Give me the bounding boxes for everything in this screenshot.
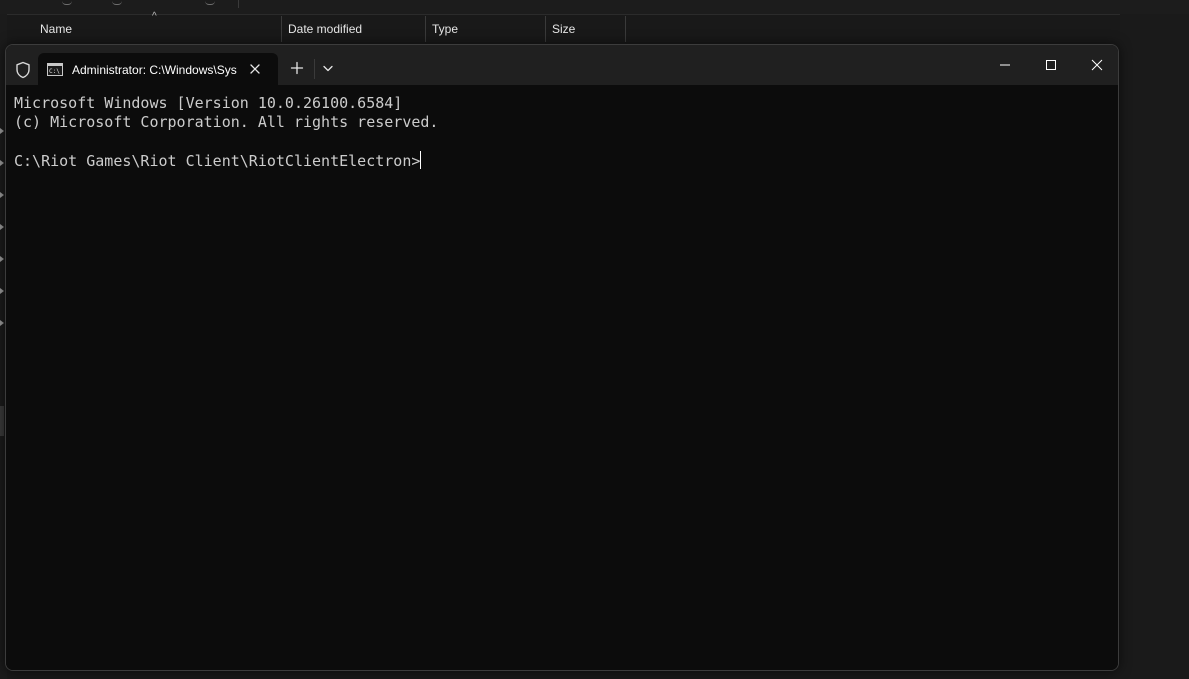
terminal-titlebar[interactable]: C:\ Administrator: C:\Windows\System32\c… [6,45,1118,85]
terminal-output[interactable]: Microsoft Windows [Version 10.0.26100.65… [6,85,1118,670]
toolbar-icon-fragment[interactable] [205,0,215,5]
close-button[interactable] [1073,45,1118,85]
cmd-icon: C:\ [47,63,63,76]
expand-caret-icon[interactable] [0,224,4,230]
column-header-label: Date modified [288,22,363,36]
expand-caret-icon[interactable] [0,192,4,198]
new-tab-icon[interactable] [288,59,306,77]
shield-icon [16,61,30,79]
explorer-right-area [1120,14,1189,679]
tab-close-icon[interactable] [247,61,263,77]
svg-text:C:\: C:\ [49,68,60,75]
toolbar-divider [238,0,239,8]
toolbar-icon-fragment[interactable] [62,0,72,5]
maximize-button[interactable] [1027,45,1073,85]
toolbar-icon-fragment[interactable] [112,0,122,5]
expand-caret-icon[interactable] [0,288,4,294]
column-header-name[interactable]: Name [34,16,282,42]
column-header-label: Size [552,22,576,36]
expand-caret-icon[interactable] [0,128,4,134]
column-header-type[interactable]: Type [426,16,546,42]
terminal-line: Microsoft Windows [Version 10.0.26100.65… [14,94,403,112]
tab-divider [314,59,315,79]
tab-title: Administrator: C:\Windows\System32\cmd.e… [72,63,237,77]
column-header-size[interactable]: Size [546,16,626,42]
navigation-scrollbar[interactable] [0,406,4,436]
maximize-icon [1046,60,1056,70]
close-icon [1091,59,1103,71]
terminal-line: (c) Microsoft Corporation. All rights re… [14,113,439,131]
terminal-prompt-line[interactable]: C:\Riot Games\Riot Client\RiotClientElec… [14,151,422,171]
expand-caret-icon[interactable] [0,160,4,166]
text-cursor [420,151,422,169]
minimize-icon [1000,64,1010,66]
tab-cmd-administrator[interactable]: C:\ Administrator: C:\Windows\System32\c… [38,53,278,85]
chevron-down-icon[interactable] [320,60,336,76]
command-prompt: C:\Riot Games\Riot Client\RiotClientElec… [14,152,421,170]
explorer-toolbar [0,0,1189,15]
column-header-date-modified[interactable]: Date modified [282,16,426,42]
column-header-label: Type [432,22,459,36]
expand-caret-icon[interactable] [0,320,4,326]
terminal-window[interactable]: C:\ Administrator: C:\Windows\System32\c… [5,44,1119,671]
column-header-label: Name [40,22,73,36]
minimize-button[interactable] [981,45,1027,85]
expand-caret-icon[interactable] [0,256,4,262]
